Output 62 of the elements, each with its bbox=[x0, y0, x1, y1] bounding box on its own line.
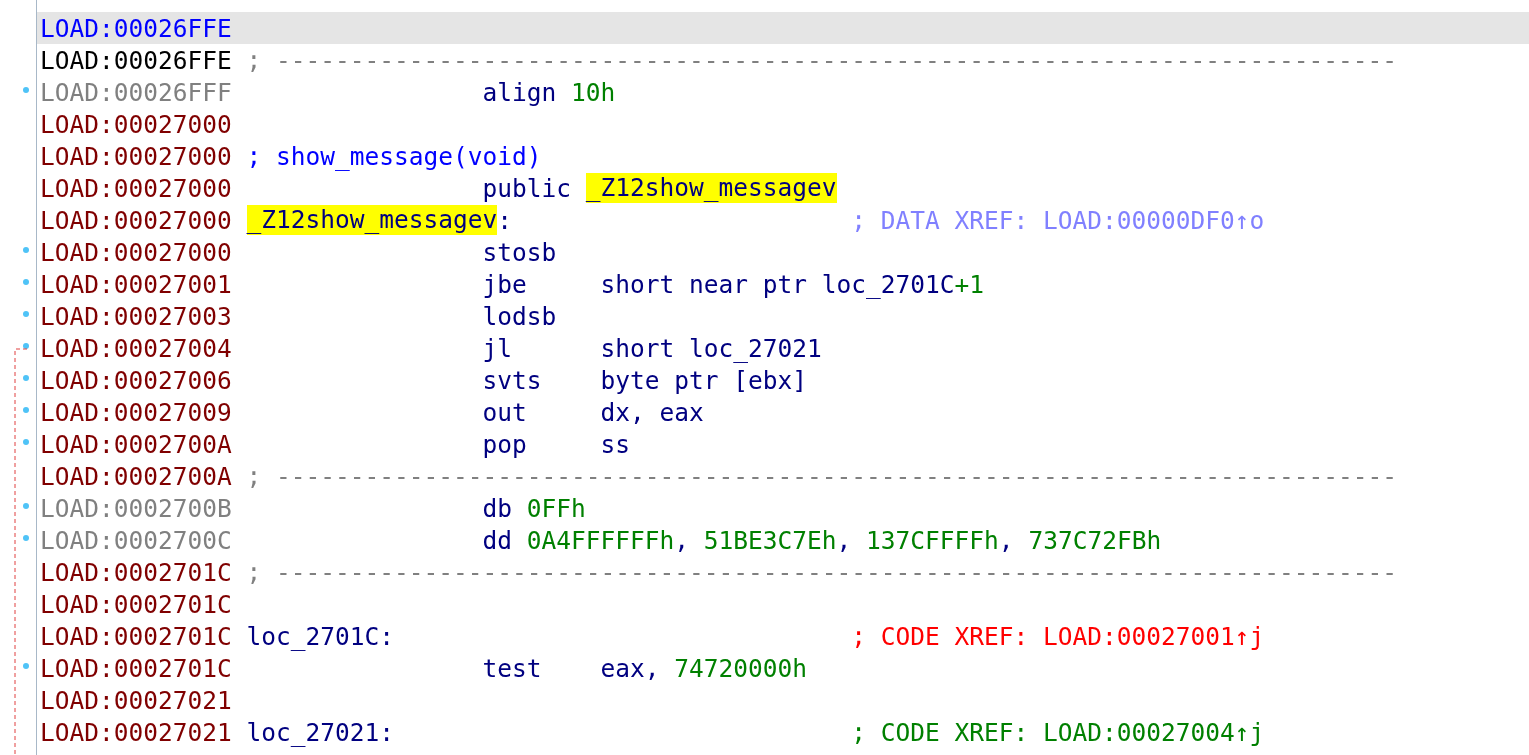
line-address: LOAD:00027006 bbox=[40, 365, 232, 395]
operand-text: short loc_27021 bbox=[600, 333, 822, 363]
instruction-mnemonic: svts bbox=[482, 365, 542, 395]
xref-comment: ; DATA XREF: LOAD:00000DF0↑o bbox=[851, 205, 1265, 235]
line-address: LOAD:0002701C bbox=[40, 621, 232, 651]
operand-text: 10h bbox=[571, 77, 616, 107]
line-address: LOAD:00027000 bbox=[40, 141, 232, 171]
line-address: LOAD:00027000 bbox=[40, 237, 232, 267]
operand-text: byte ptr [ebx] bbox=[600, 365, 808, 395]
instruction-mnemonic: stosb bbox=[482, 237, 557, 267]
directive-mnemonic: db bbox=[482, 493, 513, 523]
line-address: LOAD:00027021 bbox=[40, 685, 232, 715]
xref-comment: ; CODE XREF: LOAD:00027004↑j bbox=[851, 717, 1265, 747]
operand-text: 137CFFFFh bbox=[866, 525, 999, 555]
line-address: LOAD:00027004 bbox=[40, 333, 232, 363]
line-address: LOAD:0002701C bbox=[40, 589, 232, 619]
line-address: LOAD:00027000 bbox=[40, 205, 232, 235]
instruction-mnemonic: out bbox=[482, 397, 527, 427]
separator-comment: ; ---------------------------------------------------------------------------- bbox=[246, 45, 1398, 75]
separator-comment: ; ---------------------------------------------------------------------------- bbox=[246, 557, 1398, 587]
operand-text: dx, eax bbox=[600, 397, 704, 427]
function-comment: ; show_message(void) bbox=[246, 141, 542, 171]
operand-text: , bbox=[674, 525, 691, 555]
line-address: LOAD:0002700C bbox=[40, 525, 232, 555]
line-address: LOAD:00027000 bbox=[40, 109, 232, 139]
line-address: LOAD:00026FFE bbox=[40, 45, 232, 75]
instruction-mnemonic: test bbox=[482, 653, 542, 683]
operand-text: 51BE3C7Eh bbox=[703, 525, 837, 555]
line-address: LOAD:00027009 bbox=[40, 397, 232, 427]
instruction-mnemonic: jbe bbox=[482, 269, 527, 299]
xref-comment: ; CODE XREF: LOAD:00027001↑j bbox=[851, 621, 1265, 651]
code-label: loc_2701C: bbox=[246, 621, 395, 651]
line-address: LOAD:00027003 bbox=[40, 301, 232, 331]
line-address: LOAD:00027000 bbox=[40, 173, 232, 203]
separator-comment: ; ---------------------------------------------------------------------------- bbox=[246, 461, 1398, 491]
code-label: : bbox=[497, 205, 513, 235]
code-label: loc_27021: bbox=[246, 717, 395, 747]
instruction-mnemonic: lodsb bbox=[482, 301, 557, 331]
operand-text: , bbox=[836, 525, 853, 555]
operand-text: ss bbox=[600, 429, 631, 459]
operand-text: 0FFh bbox=[526, 493, 586, 523]
line-address: LOAD:00026FFF bbox=[40, 77, 232, 107]
line-address: LOAD:00027021 bbox=[40, 717, 232, 747]
directive-mnemonic: public bbox=[482, 173, 572, 203]
line-address: LOAD:00026FFE bbox=[40, 13, 232, 43]
operand-text: , bbox=[998, 525, 1015, 555]
line-address: LOAD:00027001 bbox=[40, 269, 232, 299]
operand-text: 0A4FFFFFFh bbox=[526, 525, 675, 555]
directive-mnemonic: align bbox=[482, 77, 557, 107]
line-address: LOAD:0002701C bbox=[40, 557, 232, 587]
line-address: LOAD:0002700A bbox=[40, 461, 232, 491]
line-address: LOAD:0002701C bbox=[40, 653, 232, 683]
operand-text: +1 bbox=[954, 269, 985, 299]
operand-text: eax, bbox=[600, 653, 661, 683]
instruction-mnemonic: pop bbox=[482, 429, 527, 459]
line-address: LOAD:0002700A bbox=[40, 429, 232, 459]
line-address: LOAD:0002700B bbox=[40, 493, 232, 523]
instruction-mnemonic: jl bbox=[482, 333, 513, 363]
operand-text: 737C72FBh bbox=[1028, 525, 1162, 555]
directive-mnemonic: dd bbox=[482, 525, 513, 555]
operand-text: 74720000h bbox=[674, 653, 808, 683]
operand-text: short near ptr loc_2701C bbox=[600, 269, 955, 299]
